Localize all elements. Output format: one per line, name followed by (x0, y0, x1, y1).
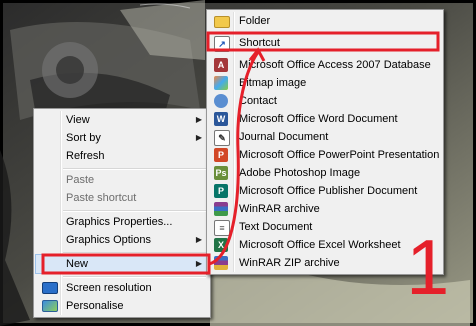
menu-item-graphics-properties[interactable]: Graphics Properties... (36, 213, 208, 231)
powerpoint-icon: P (214, 148, 228, 162)
submenu-arrow-icon: ▶ (195, 259, 202, 268)
new-item-label: WinRAR ZIP archive (239, 257, 340, 269)
new-item-powerpoint-presentation[interactable]: P Microsoft Office PowerPoint Presentati… (209, 146, 441, 164)
menu-item-refresh[interactable]: Refresh (36, 147, 208, 165)
menu-item-screen-resolution[interactable]: Screen resolution (36, 279, 208, 297)
menu-item-label: Graphics Properties... (66, 216, 173, 228)
contact-icon (214, 94, 228, 108)
menu-item-paste-shortcut[interactable]: Paste shortcut (36, 189, 208, 207)
new-item-label: WinRAR archive (239, 203, 320, 215)
new-item-access-database[interactable]: A Microsoft Office Access 2007 Database (209, 56, 441, 74)
menu-separator (63, 210, 206, 212)
menu-item-label: New (66, 258, 89, 270)
menu-item-label: View (66, 114, 90, 126)
new-item-label: Contact (239, 95, 277, 107)
new-item-label: Text Document (239, 221, 313, 233)
menu-item-label: Refresh (66, 150, 105, 162)
menu-item-label: Paste (66, 174, 95, 186)
menu-separator (63, 276, 206, 278)
winrar-icon (214, 202, 228, 216)
word-icon: W (214, 112, 228, 126)
journal-icon: ✎ (214, 130, 230, 146)
menu-separator (63, 252, 206, 254)
submenu-arrow-icon: ▶ (195, 235, 202, 244)
new-item-bitmap-image[interactable]: Bitmap image (209, 74, 441, 92)
new-item-label: Microsoft Office Word Document (239, 113, 398, 125)
bitmap-icon (214, 76, 228, 90)
photoshop-icon: Ps (214, 166, 228, 180)
new-item-label: Microsoft Office Publisher Document (239, 185, 418, 197)
step-number: 1 (406, 223, 450, 311)
menu-separator (63, 168, 206, 170)
menu-item-view[interactable]: View ▶ (36, 111, 208, 129)
personalise-icon (42, 300, 58, 312)
submenu-arrow-icon: ▶ (195, 133, 202, 142)
new-item-photoshop-image[interactable]: Ps Adobe Photoshop Image (209, 164, 441, 182)
excel-icon: X (214, 238, 228, 252)
new-item-journal-document[interactable]: ✎ Journal Document (209, 128, 441, 146)
new-item-winrar-archive[interactable]: WinRAR archive (209, 200, 441, 218)
new-item-contact[interactable]: Contact (209, 92, 441, 110)
menu-item-label: Screen resolution (66, 282, 152, 294)
new-item-label: Shortcut (239, 37, 280, 49)
desktop[interactable]: View ▶ Sort by ▶ Refresh Paste Paste sho… (0, 0, 476, 326)
folder-icon (214, 16, 230, 28)
menu-item-label: Paste shortcut (66, 192, 137, 204)
new-item-folder[interactable]: Folder (209, 12, 441, 30)
desktop-context-menu: View ▶ Sort by ▶ Refresh Paste Paste sho… (33, 108, 211, 318)
menu-item-label: Sort by (66, 132, 101, 144)
menu-item-label: Graphics Options (66, 234, 151, 246)
new-item-label: Microsoft Office Excel Worksheet (239, 239, 401, 251)
new-item-publisher-document[interactable]: P Microsoft Office Publisher Document (209, 182, 441, 200)
new-item-label: Journal Document (239, 131, 329, 143)
access-icon: A (214, 58, 228, 72)
new-item-label: Adobe Photoshop Image (239, 167, 361, 179)
new-item-label: Microsoft Office Access 2007 Database (239, 59, 431, 71)
new-item-word-document[interactable]: W Microsoft Office Word Document (209, 110, 441, 128)
text-icon: ≡ (214, 220, 230, 236)
menu-item-new[interactable]: New ▶ (35, 254, 209, 274)
shortcut-icon: ↗ (214, 36, 230, 52)
menu-item-label: Personalise (66, 300, 124, 312)
new-item-label: Bitmap image (239, 77, 307, 89)
menu-item-sort-by[interactable]: Sort by ▶ (36, 129, 208, 147)
menu-item-graphics-options[interactable]: Graphics Options ▶ (36, 231, 208, 249)
menu-item-paste[interactable]: Paste (36, 171, 208, 189)
winrar-zip-icon (214, 256, 228, 270)
new-item-shortcut[interactable]: ↗ Shortcut (209, 34, 441, 52)
menu-item-personalise[interactable]: Personalise (36, 297, 208, 315)
new-item-label: Microsoft Office PowerPoint Presentation (239, 149, 440, 161)
submenu-arrow-icon: ▶ (195, 115, 202, 124)
monitor-icon (42, 282, 58, 294)
new-item-label: Folder (239, 15, 271, 27)
publisher-icon: P (214, 184, 228, 198)
